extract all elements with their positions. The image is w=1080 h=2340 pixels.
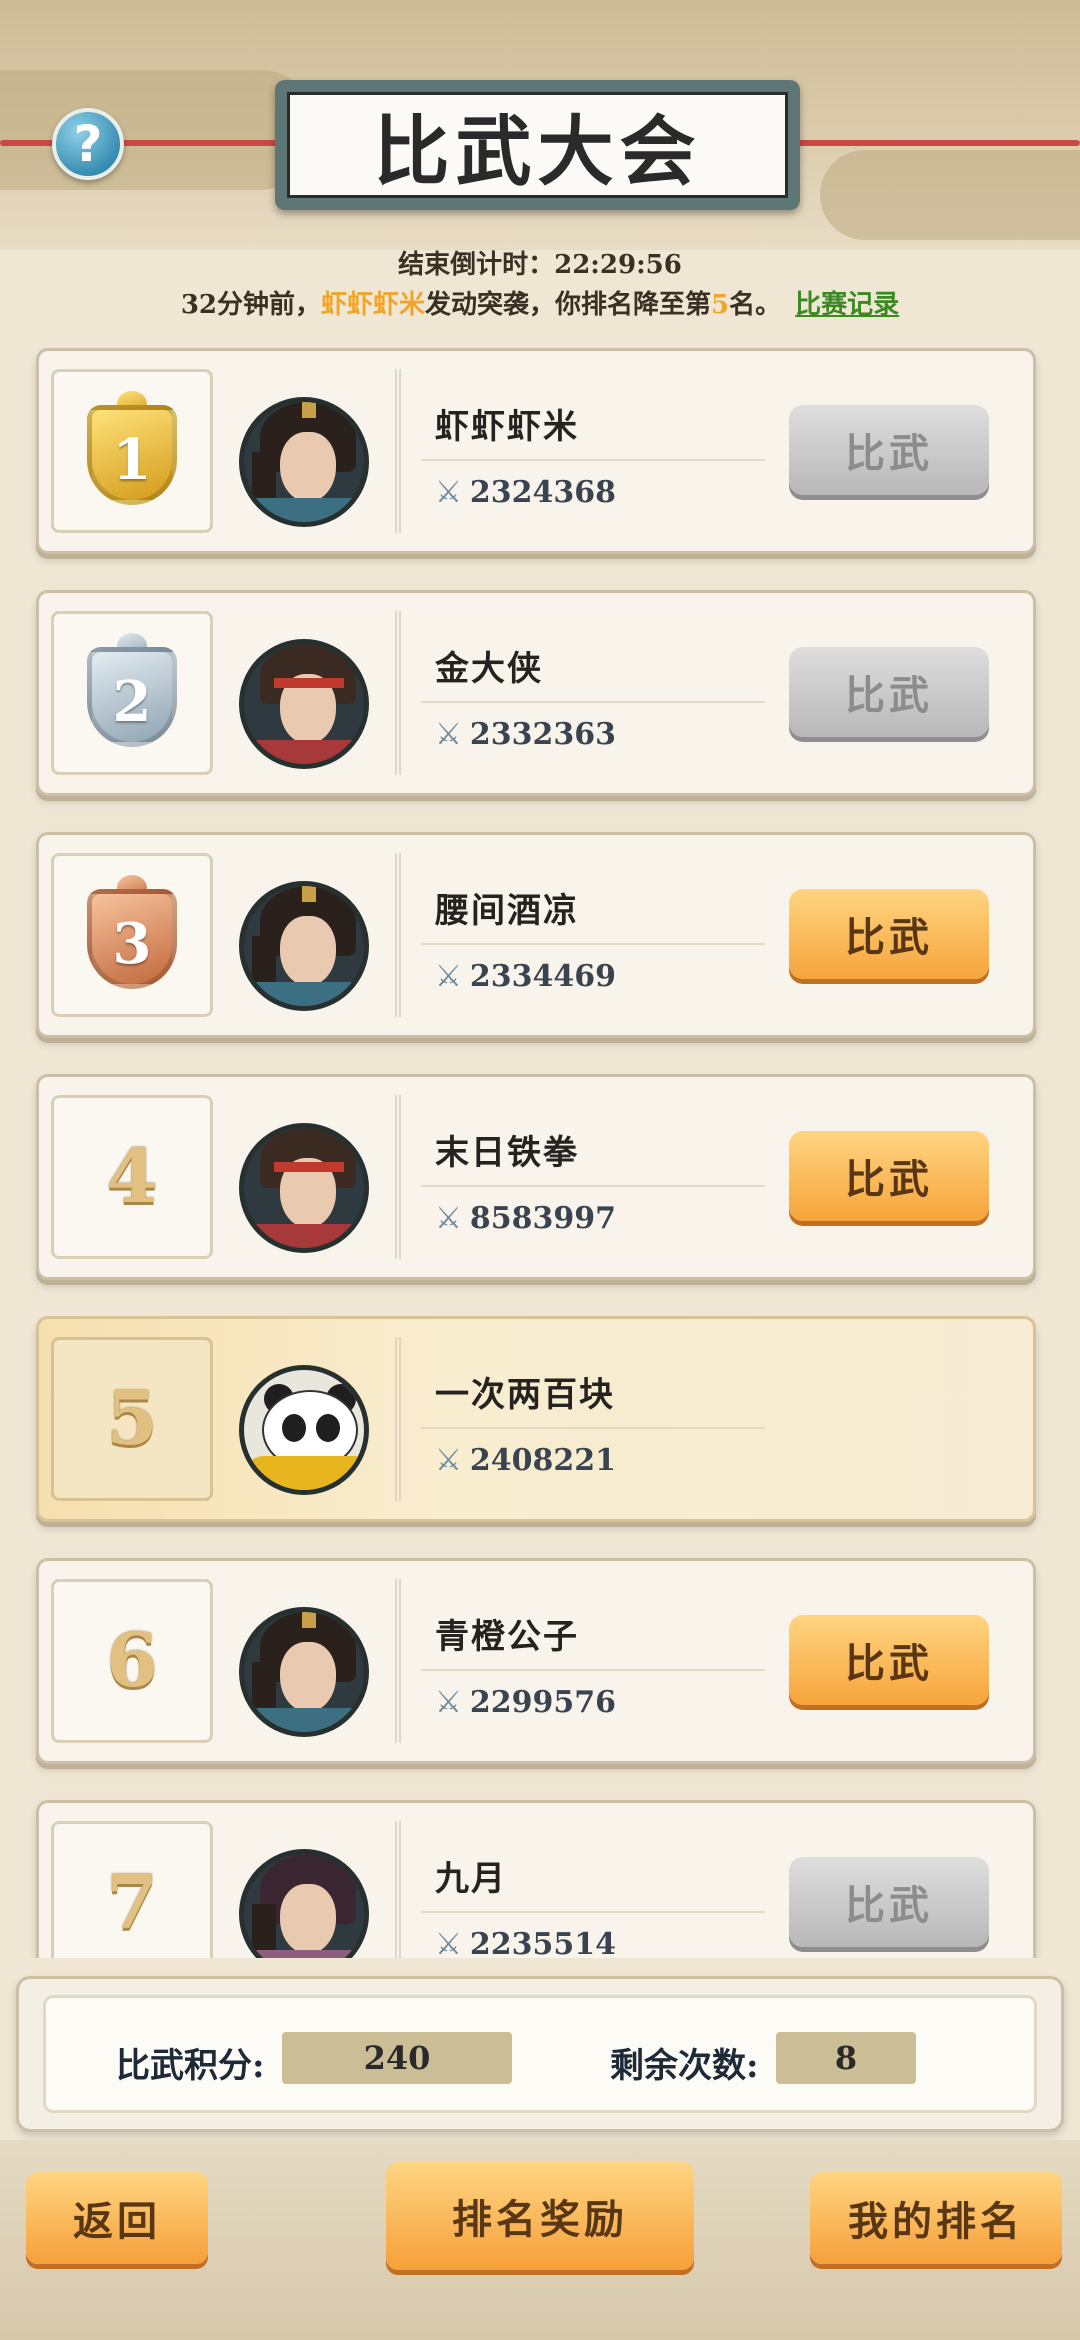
combat-power: ⚔ 2334469 <box>435 959 616 994</box>
notice-rank: 5 <box>711 290 730 320</box>
notice-prefix: 32分钟前， <box>180 290 322 320</box>
player-avatar[interactable] <box>239 881 369 1011</box>
combat-power: ⚔ 8583997 <box>435 1201 616 1236</box>
rank-number: 6 <box>106 1618 158 1704</box>
attack-notice: 32分钟前，虾虾虾米发动突袭，你排名降至第5名。 比赛记录 <box>0 284 1080 321</box>
player-info: 一次两百块 ⚔ 2408221 <box>395 1337 765 1501</box>
ranking-list[interactable]: 1 虾虾虾米 ⚔ 2324368 比武 2 金大侠 ⚔ 2332363 比武 3… <box>0 348 1080 1958</box>
remaining-attempts-value: 8 <box>776 2032 916 2084</box>
challenge-button[interactable]: 比武 <box>789 647 989 737</box>
player-info: 金大侠 ⚔ 2332363 <box>395 611 765 775</box>
score-label: 比武积分: <box>116 2046 265 2086</box>
rank-number: 7 <box>106 1860 158 1946</box>
challenge-button[interactable]: 比武 <box>789 1615 989 1705</box>
crossed-swords-icon: ⚔ <box>435 1927 462 1958</box>
ranking-row-self: 5 一次两百块 ⚔ 2408221 <box>36 1316 1036 1522</box>
decor-cloud-right <box>820 150 1080 240</box>
ranking-row: 3 腰间酒凉 ⚔ 2334469 比武 <box>36 832 1036 1038</box>
player-name: 末日铁拳 <box>435 1133 579 1173</box>
combat-power: ⚔ 2324368 <box>435 475 616 510</box>
ranking-row: 4 末日铁拳 ⚔ 8583997 比武 <box>36 1074 1036 1280</box>
crossed-swords-icon: ⚔ <box>435 717 462 752</box>
score-value: 240 <box>282 2032 512 2084</box>
rank-badge: 3 <box>51 853 213 1017</box>
rank-badge: 5 <box>51 1337 213 1501</box>
crossed-swords-icon: ⚔ <box>435 475 462 510</box>
player-name: 虾虾虾米 <box>435 407 579 447</box>
ranking-row: 1 虾虾虾米 ⚔ 2324368 比武 <box>36 348 1036 554</box>
player-avatar[interactable] <box>239 397 369 527</box>
player-avatar[interactable] <box>239 1849 369 1958</box>
combat-power-value: 2299576 <box>469 1685 617 1720</box>
crossed-swords-icon: ⚔ <box>435 1685 462 1720</box>
decor-rope-left <box>0 140 290 146</box>
rank-number: 3 <box>112 911 152 977</box>
ranking-row: 7 九月 ⚔ 2235514 比武 <box>36 1800 1036 1958</box>
crossed-swords-icon: ⚔ <box>435 1443 462 1478</box>
player-name: 一次两百块 <box>435 1375 615 1415</box>
question-mark-icon: ? <box>73 115 103 173</box>
match-record-link[interactable]: 比赛记录 <box>795 290 899 320</box>
help-button[interactable]: ? <box>52 108 124 180</box>
back-button[interactable]: 返回 <box>26 2172 208 2264</box>
my-rank-button[interactable]: 我的排名 <box>810 2172 1062 2264</box>
countdown-label: 结束倒计时： <box>398 250 555 280</box>
notice-attacker: 虾虾虾米 <box>321 290 426 320</box>
challenge-button[interactable]: 比武 <box>789 1857 989 1947</box>
player-avatar[interactable] <box>239 1123 369 1253</box>
player-name: 金大侠 <box>435 649 543 689</box>
notice-middle: 发动突袭，你排名降至第 <box>425 290 712 320</box>
combat-power-value: 2324368 <box>469 475 617 510</box>
player-info: 腰间酒凉 ⚔ 2334469 <box>395 853 765 1017</box>
rank-badge: 7 <box>51 1821 213 1958</box>
ranking-row: 2 金大侠 ⚔ 2332363 比武 <box>36 590 1036 796</box>
page-title: 比武大会 <box>287 92 788 198</box>
challenge-button[interactable]: 比武 <box>789 889 989 979</box>
combat-power: ⚔ 2408221 <box>435 1443 616 1478</box>
rank-badge: 2 <box>51 611 213 775</box>
combat-power-value: 2235514 <box>469 1927 617 1958</box>
rank-number: 2 <box>112 669 152 735</box>
rank-reward-button[interactable]: 排名奖励 <box>386 2162 694 2270</box>
player-info: 九月 ⚔ 2235514 <box>395 1821 765 1958</box>
combat-power-value: 2408221 <box>469 1443 617 1478</box>
rank-number: 4 <box>106 1134 158 1220</box>
rank-badge: 4 <box>51 1095 213 1259</box>
player-avatar[interactable] <box>239 639 369 769</box>
player-name: 腰间酒凉 <box>435 891 579 931</box>
player-name: 青橙公子 <box>435 1617 579 1657</box>
combat-power: ⚔ 2299576 <box>435 1685 616 1720</box>
combat-power: ⚔ 2332363 <box>435 717 616 752</box>
rank-number: 5 <box>106 1376 158 1462</box>
crossed-swords-icon: ⚔ <box>435 1201 462 1236</box>
player-info: 末日铁拳 ⚔ 8583997 <box>395 1095 765 1259</box>
rank-badge: 1 <box>51 369 213 533</box>
combat-power-value: 2332363 <box>469 717 617 752</box>
challenge-button[interactable]: 比武 <box>789 1131 989 1221</box>
remaining-attempts-label: 剩余次数: <box>610 2046 759 2086</box>
notice-suffix: 名。 <box>729 290 782 320</box>
player-avatar[interactable] <box>239 1365 369 1495</box>
stats-panel: 比武积分: 240 剩余次数: 8 <box>16 1976 1064 2132</box>
combat-power-value: 8583997 <box>469 1201 617 1236</box>
decor-rope-right <box>790 140 1080 146</box>
rank-badge: 6 <box>51 1579 213 1743</box>
challenge-button[interactable]: 比武 <box>789 405 989 495</box>
countdown: 结束倒计时：22:29:56 <box>0 244 1080 281</box>
combat-power-value: 2334469 <box>469 959 617 994</box>
combat-power: ⚔ 2235514 <box>435 1927 616 1958</box>
crossed-swords-icon: ⚔ <box>435 959 462 994</box>
bronze-medal-icon: 3 <box>87 875 177 991</box>
decor-cloud-left <box>0 70 320 190</box>
player-avatar[interactable] <box>239 1607 369 1737</box>
silver-medal-icon: 2 <box>87 633 177 749</box>
rank-number: 1 <box>112 427 152 493</box>
countdown-value: 22:29:56 <box>554 250 682 280</box>
title-board: 比武大会 <box>275 80 800 210</box>
player-info: 虾虾虾米 ⚔ 2324368 <box>395 369 765 533</box>
gold-medal-icon: 1 <box>87 391 177 507</box>
player-info: 青橙公子 ⚔ 2299576 <box>395 1579 765 1743</box>
ranking-row: 6 青橙公子 ⚔ 2299576 比武 <box>36 1558 1036 1764</box>
player-name: 九月 <box>435 1859 507 1899</box>
